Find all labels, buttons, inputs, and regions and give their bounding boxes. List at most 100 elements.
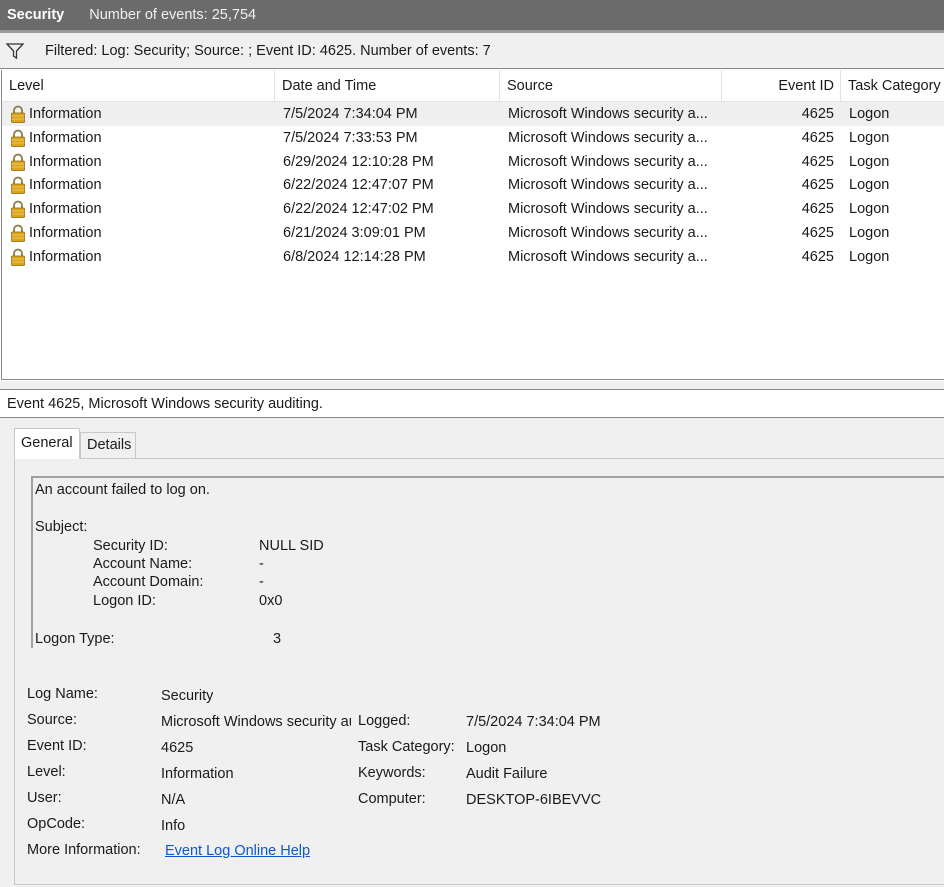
table-row[interactable]: Information 7/5/2024 7:34:04 PM Microsoft … [2, 102, 944, 126]
level-cell: Information [9, 173, 102, 197]
computer-label: Computer: [358, 791, 426, 807]
table-row[interactable]: Information 6/29/2024 12:10:28 PM Microsof… [2, 150, 944, 174]
keywords-label: Keywords: [358, 765, 426, 781]
column-header-event-id[interactable]: Event ID [722, 70, 841, 102]
source-label: Source: [27, 712, 77, 728]
event-detail-pane: General Details An account failed to log… [0, 418, 944, 887]
level-text: Information [29, 129, 102, 146]
source-cell: Microsoft Windows security a... [508, 106, 708, 122]
keywords-value: Audit Failure [466, 766, 548, 782]
filter-bar: Filtered: Log: Security; Source: ; Event… [0, 33, 944, 69]
logged-label: Logged: [358, 713, 411, 729]
message-field-key: Account Name: [93, 556, 193, 572]
table-row[interactable]: Information 6/21/2024 3:09:01 PM Microsoft… [2, 221, 944, 245]
event-id-label: Event ID: [27, 738, 87, 754]
table-row[interactable]: Information 7/5/2024 7:33:53 PM Microsoft … [2, 126, 944, 150]
lock-icon [11, 153, 25, 171]
tab-general[interactable]: General [14, 428, 80, 459]
message-field-value: NULL SID [259, 538, 324, 554]
task-category-label: Task Category: [358, 739, 455, 755]
source-cell: Microsoft Windows security a... [508, 153, 708, 170]
opcode-value: Info [161, 818, 186, 834]
lock-icon [11, 224, 25, 242]
log-name-label: Log Name: [27, 686, 98, 702]
message-field-value: - [259, 556, 264, 572]
level-text: Information [29, 177, 102, 194]
table-row[interactable]: Information 6/8/2024 12:14:28 PM Microsoft… [2, 245, 944, 269]
level-cell: Information [9, 221, 102, 245]
general-tab-panel: An account failed to log on. Subject: Se… [14, 458, 944, 885]
event-detail-title: Event 4625, Microsoft Windows security a… [0, 389, 944, 418]
level-cell: Information [9, 197, 102, 221]
message-subject-heading: Subject: [35, 519, 88, 535]
level-text: Information [29, 106, 102, 122]
task-category-cell: Logon [849, 248, 890, 265]
log-title: Security [7, 7, 65, 23]
message-summary: An account failed to log on. [35, 482, 210, 498]
date-cell: 6/22/2024 12:47:02 PM [283, 201, 434, 218]
level-text: Information [29, 248, 102, 265]
date-cell: 7/5/2024 7:34:04 PM [283, 106, 418, 122]
level-label: Level: [27, 764, 66, 780]
date-cell: 6/21/2024 3:09:01 PM [283, 225, 426, 241]
lock-icon [11, 129, 25, 147]
level-cell: Information [9, 245, 102, 269]
user-value: N/A [161, 792, 186, 808]
level-text: Information [29, 201, 102, 218]
source-value: Microsoft Windows security auditing. [161, 714, 351, 730]
event-id-cell: 4625 [801, 225, 834, 241]
source-cell: Microsoft Windows security a... [508, 129, 708, 146]
task-category-cell: Logon [849, 201, 890, 218]
task-category-cell: Logon [849, 129, 890, 146]
logged-value: 7/5/2024 7:34:04 PM [466, 714, 601, 730]
event-log-online-help-link[interactable]: Event Log Online Help [165, 843, 310, 859]
level-value: Information [161, 766, 234, 782]
source-cell: Microsoft Windows security a... [508, 248, 708, 265]
log-header: Security Number of events: 25,754 [0, 0, 944, 30]
task-category-value: Logon [466, 740, 507, 756]
message-logon-type-value: 3 [273, 631, 282, 647]
task-category-cell: Logon [849, 153, 890, 170]
date-cell: 6/8/2024 12:14:28 PM [283, 248, 426, 265]
column-header-level[interactable]: Level [2, 70, 275, 102]
table-row[interactable]: Information 6/22/2024 12:47:02 PM Microsof… [2, 197, 944, 221]
level-cell: Information [9, 150, 102, 174]
computer-value: DESKTOP-6IBEVVC [466, 792, 602, 808]
message-field-key: Account Domain: [93, 574, 204, 590]
user-label: User: [27, 790, 62, 806]
lock-icon [11, 177, 25, 195]
level-cell: Information [9, 102, 102, 126]
log-name-value: Security [161, 688, 214, 704]
event-id-value: 4625 [161, 740, 194, 756]
task-category-cell: Logon [849, 225, 890, 241]
column-headers: Level Date and Time Source Event ID Task… [2, 70, 944, 102]
event-list[interactable]: Level Date and Time Source Event ID Task… [1, 70, 944, 380]
event-id-cell: 4625 [801, 248, 834, 265]
date-cell: 6/29/2024 12:10:28 PM [283, 153, 434, 170]
more-information-label: More Information: [27, 842, 141, 858]
column-header-date[interactable]: Date and Time [275, 70, 500, 102]
event-id-cell: 4625 [801, 177, 834, 194]
date-cell: 7/5/2024 7:33:53 PM [283, 129, 418, 146]
task-category-cell: Logon [849, 106, 890, 122]
filter-description: Filtered: Log: Security; Source: ; Event… [45, 42, 491, 59]
tab-details[interactable]: Details [80, 432, 136, 458]
column-header-task-category[interactable]: Task Category [841, 70, 944, 102]
lock-icon [11, 200, 25, 219]
message-logon-type-label: Logon Type: [35, 631, 115, 647]
pane-splitter[interactable] [0, 381, 944, 389]
event-message-box[interactable]: An account failed to log on. Subject: Se… [31, 476, 944, 648]
message-field-value: - [259, 574, 264, 590]
lock-icon [11, 105, 25, 123]
date-cell: 6/22/2024 12:47:07 PM [283, 177, 434, 194]
opcode-label: OpCode: [27, 816, 86, 832]
column-header-source[interactable]: Source [500, 70, 722, 102]
level-text: Information [29, 153, 102, 170]
level-text: Information [29, 225, 102, 241]
level-cell: Information [9, 126, 102, 150]
event-id-cell: 4625 [801, 106, 834, 122]
filter-funnel-icon [5, 42, 25, 59]
table-row[interactable]: Information 6/22/2024 12:47:07 PM Microsof… [2, 173, 944, 197]
event-count: Number of events: 25,754 [89, 7, 257, 23]
source-cell: Microsoft Windows security a... [508, 225, 708, 241]
